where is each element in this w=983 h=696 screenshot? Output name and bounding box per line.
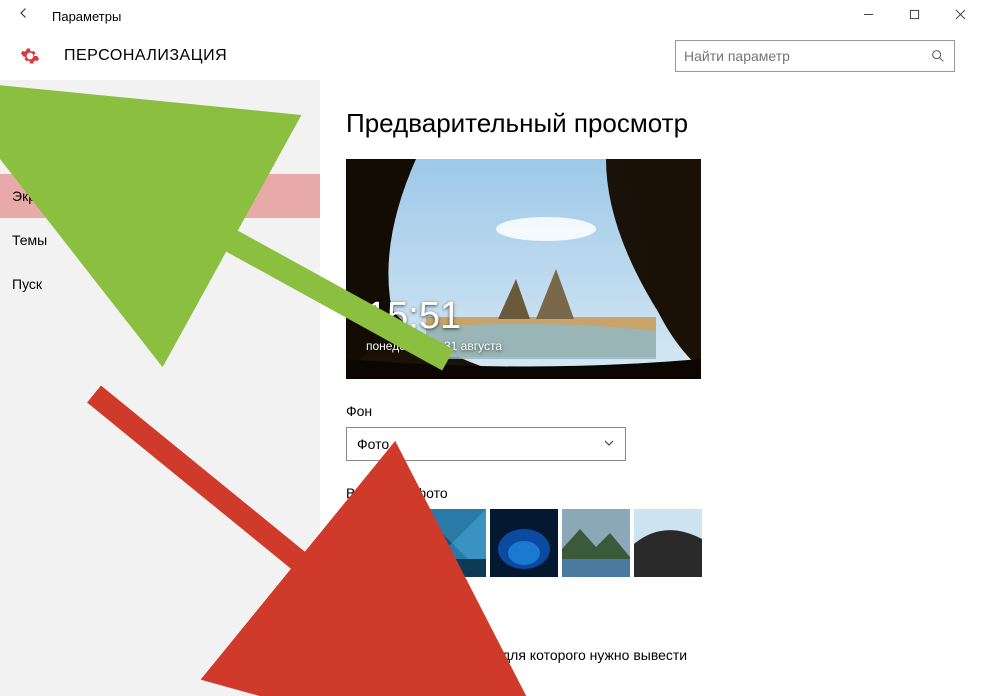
header: ПЕРСОНАЛИЗАЦИЯ [0,32,983,80]
sidebar-item-themes[interactable]: Темы [0,218,320,262]
search-icon [930,48,946,64]
browse-button[interactable]: Обзор [346,589,418,621]
sidebar: Фон Цвета Экран блокировки Темы Пуск [0,80,320,696]
preview-heading: Предварительный просмотр [346,108,957,139]
preview-date: понедельник, 31 августа [366,339,502,353]
title-bar: Параметры [0,0,983,32]
window-controls [845,0,983,32]
sidebar-item-colors[interactable]: Цвета [0,130,320,174]
close-button[interactable] [937,0,983,32]
search-input[interactable] [684,48,930,64]
thumbnail-3[interactable] [490,509,558,577]
dropdown-value: Фото [357,436,389,452]
minimize-button[interactable] [845,0,891,32]
category-heading: ПЕРСОНАЛИЗАЦИЯ [64,47,675,65]
choose-app-text: Выберите приложение, для которого нужно … [346,647,957,663]
maximize-button[interactable] [891,0,937,32]
background-dropdown[interactable]: Фото [346,427,626,461]
lockscreen-preview: 15:51 понедельник, 31 августа [346,159,701,379]
sidebar-item-background[interactable]: Фон [0,86,320,130]
thumbnail-5[interactable] [634,509,702,577]
main-content: Предварительный просмотр [320,80,983,696]
preview-time: 15:51 [366,297,502,335]
gear-icon [20,46,40,66]
photo-thumbnails [346,509,957,577]
sidebar-item-lockscreen[interactable]: Экран блокировки [0,174,320,218]
choose-photo-label: Выберите фото [346,485,957,501]
thumbnail-2[interactable] [418,509,486,577]
thumbnail-1[interactable] [346,509,414,577]
sidebar-item-start[interactable]: Пуск [0,262,320,306]
chevron-down-icon [603,437,615,452]
back-button[interactable] [0,0,48,32]
background-label: Фон [346,403,957,419]
thumbnail-4[interactable] [562,509,630,577]
search-box[interactable] [675,40,955,72]
window-title: Параметры [48,9,845,24]
